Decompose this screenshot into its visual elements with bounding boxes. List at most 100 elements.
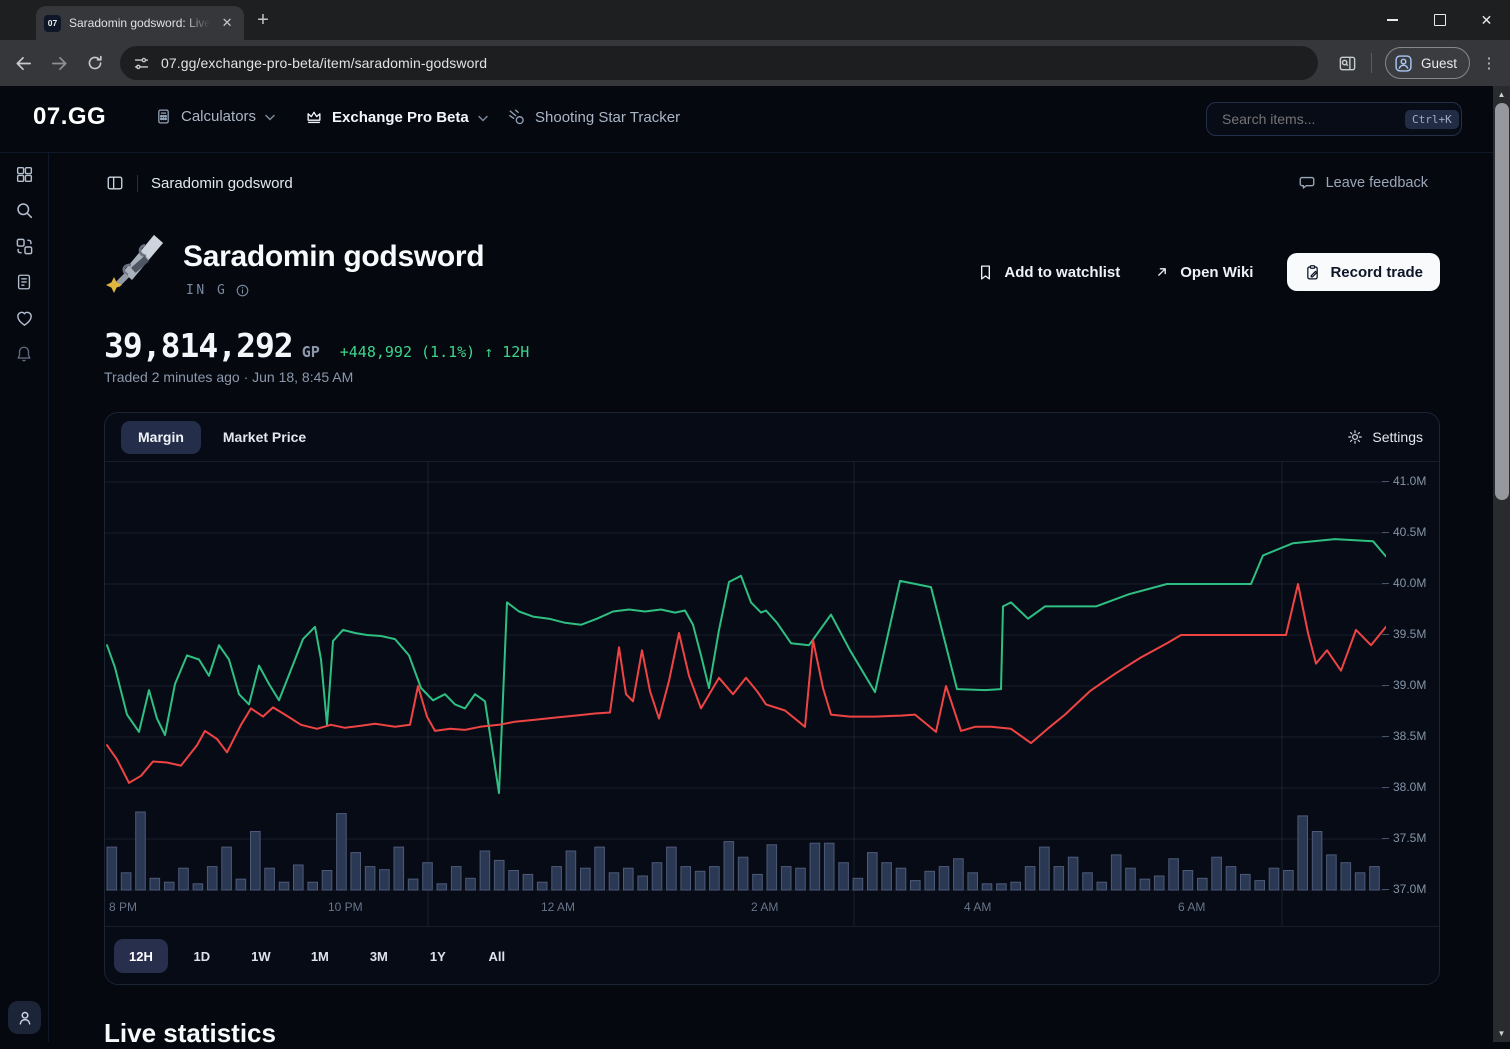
shooting-star-icon: [508, 108, 526, 126]
volume-bar: [767, 845, 777, 890]
side-panel-search-icon[interactable]: [1330, 46, 1364, 80]
page-scrollbar[interactable]: ▲ ▼: [1493, 86, 1510, 1042]
volume-bar: [968, 873, 978, 890]
nav-star-tracker[interactable]: Shooting Star Tracker: [508, 108, 680, 126]
volume-bar: [695, 871, 705, 890]
notifications-bell-icon[interactable]: [6, 344, 42, 364]
range-1m-button[interactable]: 1M: [295, 939, 345, 973]
window-maximize-button[interactable]: [1416, 0, 1463, 40]
volume-bar: [624, 868, 634, 890]
volume-bar: [179, 868, 189, 890]
volume-bar: [810, 843, 820, 890]
volume-bar: [222, 847, 232, 890]
site-logo[interactable]: 07.GG: [33, 103, 106, 131]
site-info-icon[interactable]: [133, 55, 150, 72]
record-trade-button[interactable]: Record trade: [1287, 253, 1440, 291]
back-icon[interactable]: [6, 46, 40, 80]
leave-feedback-button[interactable]: Leave feedback: [1298, 174, 1428, 192]
y-axis-label: 39.0M: [1382, 678, 1426, 692]
nav-calculators[interactable]: Calculators: [155, 108, 275, 125]
swap-items-icon[interactable]: [6, 236, 42, 256]
info-icon[interactable]: [235, 283, 250, 298]
record-trade-icon: [1304, 264, 1321, 281]
volume-bar: [911, 881, 921, 890]
volume-bar: [724, 842, 734, 890]
volume-bar: [1284, 871, 1294, 891]
dashboard-grid-icon[interactable]: [6, 164, 42, 184]
range-1y-button[interactable]: 1Y: [413, 939, 463, 973]
browser-menu-icon[interactable]: ⋮: [1474, 46, 1504, 80]
reload-icon[interactable]: [78, 46, 112, 80]
item-actions: Add to watchlist Open Wiki Record trade: [977, 253, 1440, 291]
tab-title: Saradomin godsword: Live GE P: [69, 16, 210, 30]
window-close-button[interactable]: ✕: [1463, 0, 1510, 40]
document-icon[interactable]: [6, 272, 42, 292]
volume-bar: [523, 874, 533, 890]
volume-bar: [121, 873, 131, 890]
y-axis-label: 39.5M: [1382, 627, 1426, 641]
volume-bar: [581, 868, 591, 890]
volume-bar: [552, 867, 562, 890]
price-line-sell: [107, 584, 1386, 783]
watchlist-heart-icon[interactable]: [6, 308, 42, 328]
volume-bar: [710, 867, 720, 890]
scroll-up-icon[interactable]: ▲: [1493, 90, 1510, 99]
range-1d-button[interactable]: 1D: [177, 939, 227, 973]
breadcrumb-current: Saradomin godsword: [151, 175, 293, 192]
open-wiki-button[interactable]: Open Wiki: [1154, 264, 1253, 281]
chart-settings-button[interactable]: Settings: [1347, 429, 1423, 445]
range-3m-button[interactable]: 3M: [354, 939, 404, 973]
item-tag-text: IN G: [186, 283, 227, 298]
site-header: 07.GG Calculators Exchange Pro Beta Sho: [0, 86, 1493, 153]
volume-bar: [1154, 876, 1164, 890]
y-axis: 41.0M40.5M40.0M39.5M39.0M38.5M38.0M37.5M…: [1382, 462, 1441, 894]
chat-bubble-icon: [1298, 174, 1316, 192]
volume-bar: [781, 867, 791, 890]
range-1w-button[interactable]: 1W: [236, 939, 286, 973]
search-shortcut-badge: Ctrl+K: [1405, 110, 1459, 129]
x-axis-label: 8 PM: [109, 900, 137, 914]
volume-bar: [509, 871, 519, 891]
volume-bar: [451, 867, 461, 890]
volume-bar: [839, 863, 849, 890]
crown-icon: [305, 108, 323, 126]
volume-bar: [753, 874, 763, 890]
volume-bar: [437, 884, 447, 890]
volume-bar: [537, 882, 547, 890]
search-input[interactable]: [1220, 110, 1405, 128]
bookmark-icon: [977, 264, 994, 281]
search-icon[interactable]: [6, 200, 42, 220]
tab-market-price[interactable]: Market Price: [223, 429, 306, 445]
chart-card: Margin Market Price Settings 41.0M40.5M4…: [104, 412, 1440, 985]
profile-avatar-button[interactable]: [8, 1001, 41, 1034]
tab-margin[interactable]: Margin: [121, 421, 201, 454]
tab-close-icon[interactable]: ✕: [218, 14, 236, 32]
item-search[interactable]: Ctrl+K: [1206, 102, 1462, 136]
range-all-button[interactable]: All: [472, 939, 522, 973]
volume-bar: [1327, 855, 1337, 890]
volume-bar: [868, 853, 878, 890]
volume-bar: [1126, 868, 1136, 890]
scrollbar-thumb[interactable]: [1495, 103, 1509, 500]
volume-bar: [294, 865, 304, 890]
volume-bar: [1312, 832, 1322, 891]
scroll-down-icon[interactable]: ▼: [1493, 1029, 1510, 1038]
live-statistics-heading: Live statistics: [104, 1018, 276, 1049]
sidebar-toggle-icon[interactable]: [106, 174, 124, 192]
nav-exchange-pro[interactable]: Exchange Pro Beta: [305, 108, 488, 126]
profile-button[interactable]: Guest: [1385, 47, 1470, 79]
y-axis-label: 38.5M: [1382, 729, 1426, 743]
volume-bar: [337, 814, 347, 890]
chart-plot-svg[interactable]: [105, 462, 1386, 926]
forward-icon[interactable]: [42, 46, 76, 80]
volume-bar: [1183, 871, 1193, 891]
browser-tab[interactable]: 07 Saradomin godsword: Live GE P ✕: [36, 6, 244, 40]
volume-bar: [1140, 879, 1150, 890]
y-axis-label: 40.0M: [1382, 576, 1426, 590]
add-to-watchlist-button[interactable]: Add to watchlist: [977, 264, 1120, 281]
range-12h-button[interactable]: 12H: [114, 939, 168, 973]
window-minimize-button[interactable]: [1369, 0, 1416, 40]
current-price: 39,814,292: [104, 326, 293, 365]
new-tab-button[interactable]: +: [250, 7, 276, 33]
url-bar[interactable]: 07.gg/exchange-pro-beta/item/saradomin-g…: [120, 46, 1318, 80]
